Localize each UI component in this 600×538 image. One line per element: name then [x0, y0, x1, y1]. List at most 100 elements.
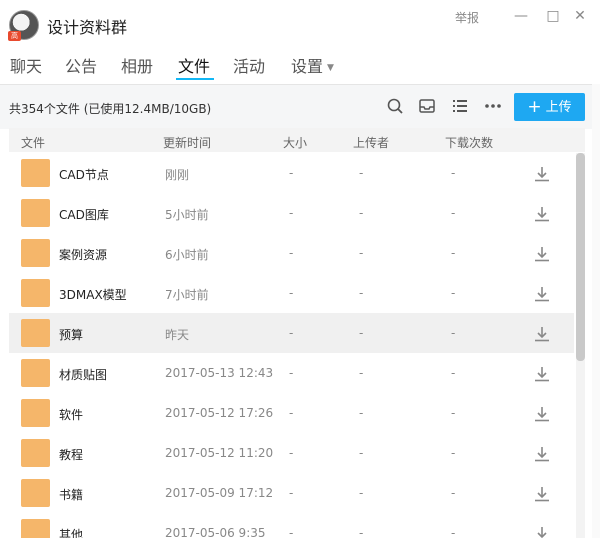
upload-button[interactable]: + 上传: [514, 93, 585, 121]
file-uploader: -: [359, 446, 364, 460]
file-name[interactable]: 材质贴图: [59, 366, 107, 383]
file-uploader: -: [359, 206, 364, 220]
tab-bar: 聊天 公告 相册 文件 活动 设置 ▼: [0, 44, 600, 84]
column-header-time[interactable]: 更新时间: [163, 134, 211, 151]
file-time: 2017-05-06 9:35: [165, 526, 266, 538]
plus-icon: +: [527, 97, 542, 117]
file-size: -: [289, 406, 294, 420]
tab-album[interactable]: 相册: [121, 53, 153, 77]
tab-files[interactable]: 文件: [178, 53, 210, 77]
file-size: -: [289, 286, 294, 300]
file-name[interactable]: CAD节点: [59, 166, 109, 183]
column-header-name[interactable]: 文件: [21, 134, 45, 151]
download-icon[interactable]: [533, 245, 551, 263]
folder-icon: [21, 279, 50, 307]
download-icon[interactable]: [533, 405, 551, 423]
folder-icon: [21, 479, 50, 507]
download-icon[interactable]: [533, 485, 551, 503]
file-name[interactable]: 其他: [59, 526, 83, 538]
download-icon[interactable]: [533, 365, 551, 383]
file-size: -: [289, 446, 294, 460]
file-count-summary: 共354个文件 (已使用12.4MB/10GB): [9, 102, 212, 116]
file-row[interactable]: 书籍 2017-05-09 17:12 - - -: [9, 473, 574, 513]
file-time: 2017-05-12 11:20: [165, 446, 274, 460]
tab-settings[interactable]: 设置: [291, 53, 323, 77]
close-button[interactable]: ✕: [571, 6, 589, 26]
file-downloads: -: [451, 526, 456, 538]
list-view-icon[interactable]: [451, 97, 469, 115]
file-name[interactable]: CAD图库: [59, 206, 109, 223]
active-tab-indicator: [176, 78, 214, 80]
minimize-button[interactable]: —: [512, 6, 530, 26]
file-downloads: -: [451, 166, 456, 180]
file-downloads: -: [451, 286, 456, 300]
file-name[interactable]: 教程: [59, 446, 83, 463]
file-row[interactable]: 材质贴图 2017-05-13 12:43 - - -: [9, 353, 574, 393]
tab-chat[interactable]: 聊天: [10, 53, 42, 77]
file-size: -: [289, 486, 294, 500]
file-name[interactable]: 案例资源: [59, 246, 107, 263]
file-row[interactable]: 软件 2017-05-12 17:26 - - -: [9, 393, 574, 433]
file-row[interactable]: 预算 昨天 - - -: [9, 313, 574, 353]
file-row[interactable]: 3DMAX模型 7小时前 - - -: [9, 273, 574, 313]
download-icon[interactable]: [533, 205, 551, 223]
scrollbar-thumb[interactable]: [576, 153, 585, 361]
file-row[interactable]: 案例资源 6小时前 - - -: [9, 233, 574, 273]
folder-icon: [21, 399, 50, 427]
upload-label: 上传: [545, 100, 572, 115]
file-downloads: -: [451, 486, 456, 500]
file-toolbar: 共354个文件 (已使用12.4MB/10GB) + 上传: [0, 84, 600, 129]
maximize-button[interactable]: □: [544, 6, 562, 26]
file-uploader: -: [359, 246, 364, 260]
group-level-badge: 高: [8, 31, 21, 41]
file-uploader: -: [359, 166, 364, 180]
file-uploader: -: [359, 286, 364, 300]
inbox-icon[interactable]: [418, 97, 436, 115]
file-row[interactable]: CAD图库 5小时前 - - -: [9, 193, 574, 233]
download-icon[interactable]: [533, 445, 551, 463]
file-table-header: 文件 更新时间 大小 上传者 下载次数: [9, 128, 585, 152]
file-size: -: [289, 246, 294, 260]
file-time: 2017-05-13 12:43: [165, 366, 274, 380]
column-header-uploader[interactable]: 上传者: [353, 134, 389, 151]
column-header-size[interactable]: 大小: [283, 134, 307, 151]
file-time: 2017-05-12 17:26: [165, 406, 274, 420]
title-bar: 高 设计资料群 举报 — □ ✕: [0, 0, 600, 44]
column-header-downloads[interactable]: 下载次数: [445, 134, 493, 151]
download-icon[interactable]: [533, 285, 551, 303]
file-uploader: -: [359, 486, 364, 500]
file-row[interactable]: 其他 2017-05-06 9:35 - - -: [9, 513, 574, 538]
folder-icon: [21, 199, 50, 227]
file-size: -: [289, 326, 294, 340]
file-time: 刚刚: [165, 168, 190, 182]
tab-announcement[interactable]: 公告: [65, 53, 97, 77]
file-row[interactable]: CAD节点 刚刚 - - -: [9, 153, 574, 193]
download-icon[interactable]: [533, 525, 551, 538]
file-uploader: -: [359, 366, 364, 380]
file-downloads: -: [451, 366, 456, 380]
file-name[interactable]: 预算: [59, 326, 83, 343]
file-size: -: [289, 526, 294, 538]
file-list-scrollbar[interactable]: [576, 153, 585, 538]
more-icon[interactable]: [484, 97, 502, 115]
file-name[interactable]: 书籍: [59, 486, 83, 503]
file-uploader: -: [359, 326, 364, 340]
download-icon[interactable]: [533, 165, 551, 183]
file-size: -: [289, 206, 294, 220]
folder-icon: [21, 319, 50, 347]
file-time: 6小时前: [165, 248, 209, 262]
file-time: 5小时前: [165, 208, 209, 222]
tab-activity[interactable]: 活动: [233, 53, 265, 77]
file-size: -: [289, 366, 294, 380]
file-name[interactable]: 软件: [59, 406, 83, 423]
file-time: 7小时前: [165, 288, 209, 302]
folder-icon: [21, 519, 50, 538]
file-row[interactable]: 教程 2017-05-12 11:20 - - -: [9, 433, 574, 473]
report-button[interactable]: 举报: [455, 9, 479, 26]
download-icon[interactable]: [533, 325, 551, 343]
folder-icon: [21, 239, 50, 267]
file-name[interactable]: 3DMAX模型: [59, 286, 127, 303]
file-time: 昨天: [165, 328, 190, 342]
file-size: -: [289, 166, 294, 180]
search-icon[interactable]: [386, 97, 404, 115]
